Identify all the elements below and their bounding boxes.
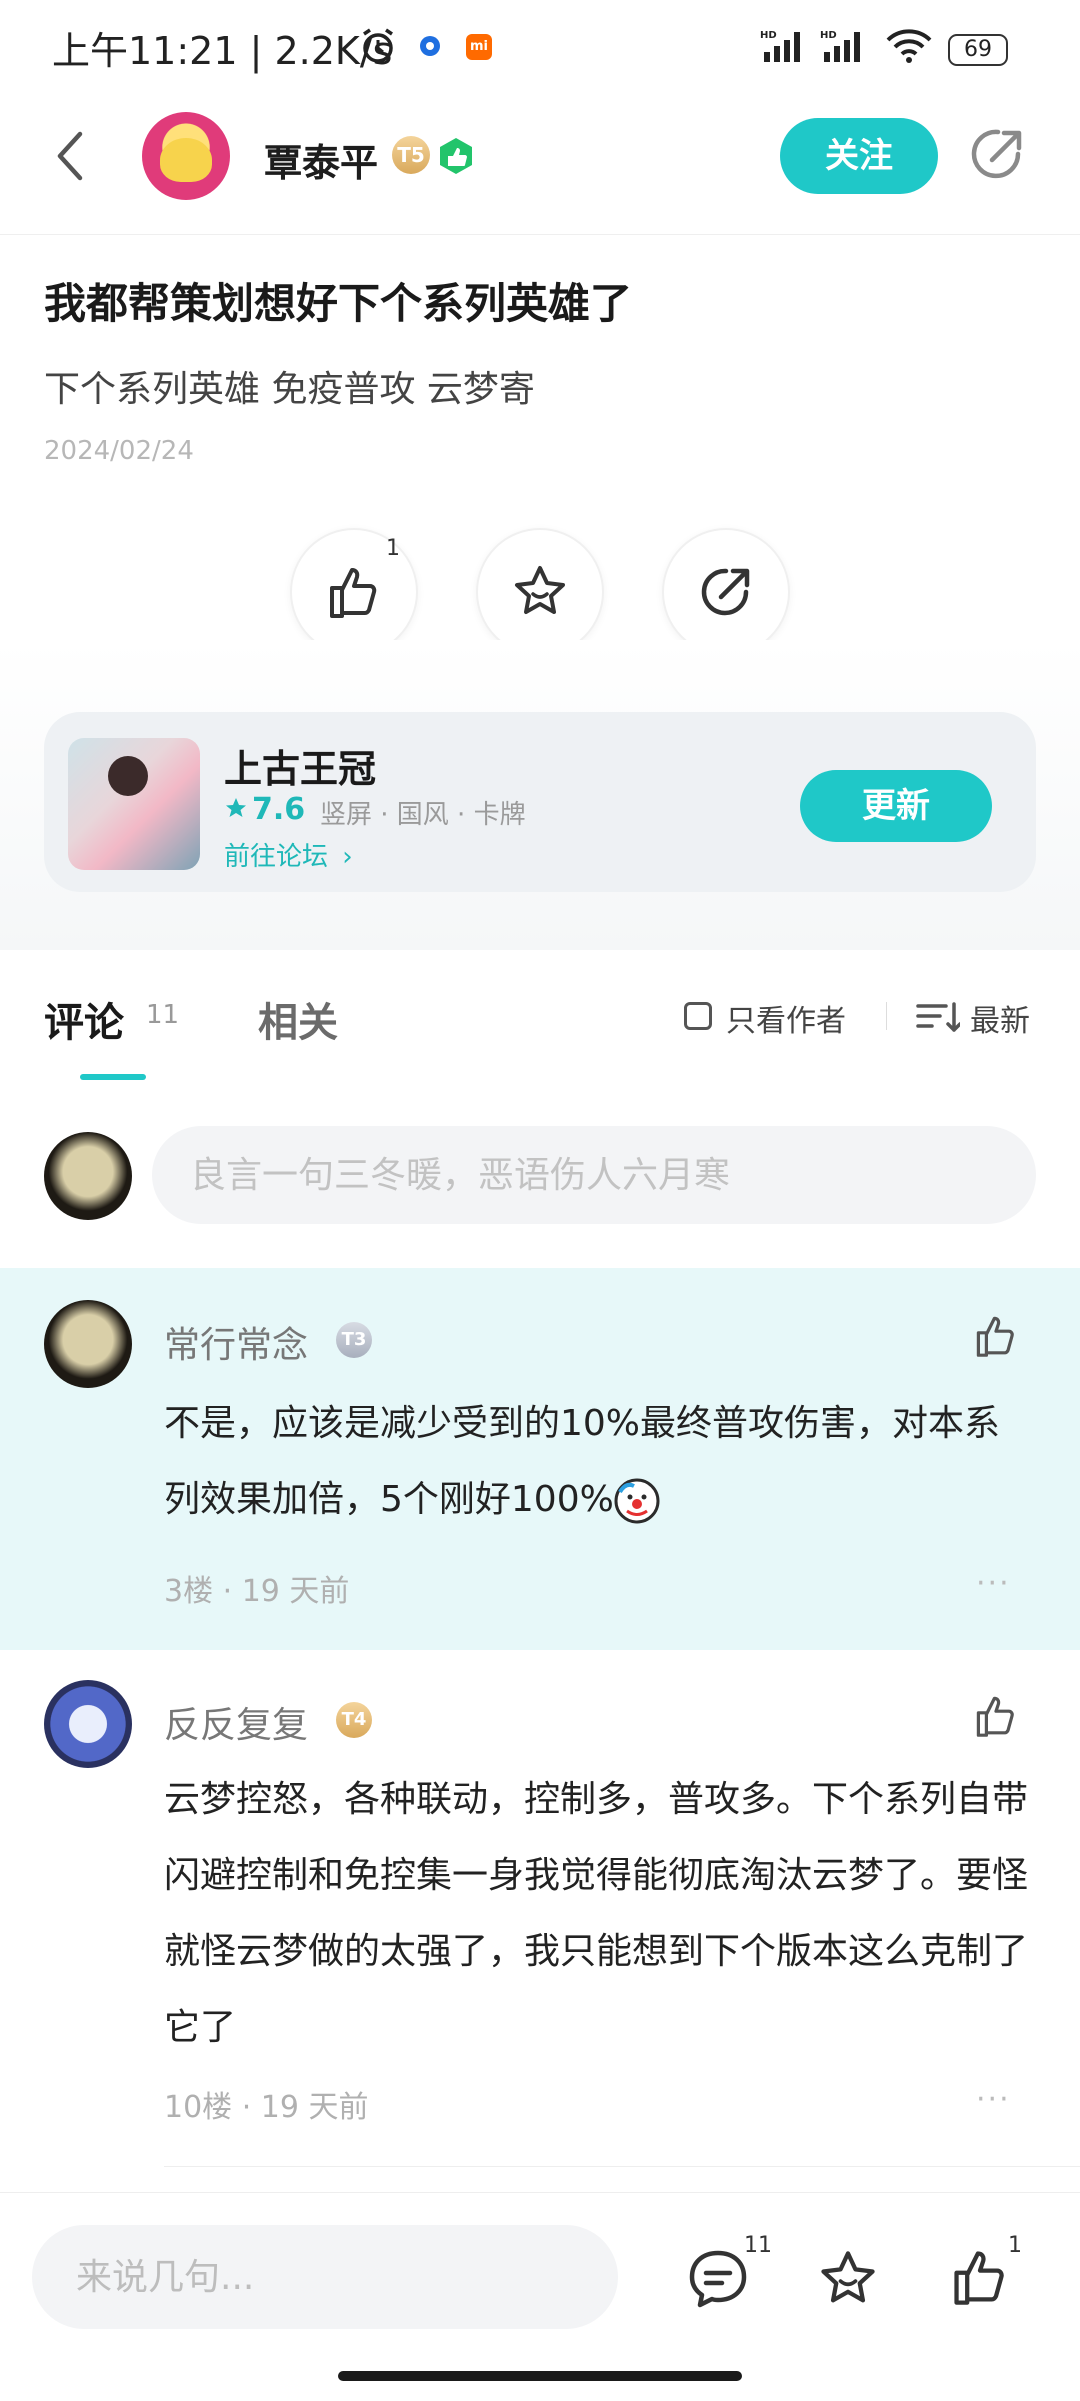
comment-like-icon[interactable] (972, 1312, 1020, 1360)
comment-input[interactable] (152, 1126, 1036, 1224)
tab-divider (886, 1002, 887, 1030)
clown-emoji-icon (614, 1478, 660, 1524)
alarm-icon (363, 28, 393, 63)
forum-link-label[interactable]: 前往论坛 (224, 842, 328, 872)
tab-related[interactable]: 相关 (258, 990, 338, 1048)
forum-link[interactable]: 前往论坛 › (224, 836, 353, 873)
comment-author-name[interactable]: 常行常念 (164, 1316, 308, 1368)
game-thumbnail[interactable] (68, 738, 200, 870)
thumb-up-icon[interactable] (948, 2245, 1012, 2309)
author-only-label[interactable]: 只看作者 (726, 996, 846, 1040)
like-count: 1 (1008, 2233, 1022, 2258)
tab-comments[interactable]: 评论 (44, 990, 124, 1048)
author-avatar[interactable] (142, 112, 230, 200)
comment-time: 19 天前 (260, 2090, 369, 2125)
tab-comments-count: 11 (146, 1000, 180, 1030)
sort-icon[interactable] (916, 1000, 960, 1036)
my-avatar (44, 1132, 132, 1220)
comment-divider (164, 2166, 1080, 2167)
thumb-up-icon (330, 568, 377, 618)
rating-star-icon (226, 798, 246, 817)
app-notification-icon (420, 36, 440, 56)
chevron-right-icon: › (342, 842, 353, 872)
comment-text-content: 不是，应该是减少受到的10%最终普攻伤害，对本系列效果加倍，5个刚好100% (164, 1403, 1001, 1520)
comment-avatar[interactable] (44, 1300, 132, 1388)
game-tags: 竖屏 · 国风 · 卡牌 (320, 800, 526, 830)
quick-comment-input[interactable] (32, 2225, 618, 2329)
comment-avatar[interactable] (44, 1680, 132, 1768)
game-name[interactable]: 上古王冠 (224, 738, 376, 793)
favorite-button[interactable] (476, 528, 604, 656)
post-date: 2024/02/24 (44, 436, 194, 466)
post-body: 下个系列英雄 免疫普攻 云梦寄 (44, 369, 535, 410)
share-icon[interactable] (968, 124, 1028, 184)
comment-text: 不是，应该是减少受到的10%最终普攻伤害，对本系列效果加倍，5个刚好100% (164, 1386, 1034, 1538)
more-options-icon[interactable]: ··· (976, 1566, 1011, 1601)
comment-meta: 10楼 · 19 天前 (164, 2090, 369, 2125)
sort-label[interactable]: 最新 (970, 996, 1030, 1040)
back-icon[interactable] (52, 128, 88, 184)
svg-text:HD: HD (820, 30, 837, 41)
comment-floor: 3楼 (164, 1574, 214, 1609)
bottom-action-bar: 11 1 (0, 2192, 1080, 2401)
game-card[interactable]: 上古王冠 7.6 竖屏 · 国风 · 卡牌 前往论坛 › 更新 (44, 712, 1036, 892)
comment-bubble-icon[interactable] (686, 2247, 750, 2311)
signal-icon: HD (760, 30, 800, 62)
game-score: 7.6 (252, 792, 306, 827)
signal-icon-2: HD (820, 30, 860, 62)
comment-author-name[interactable]: 反反复复 (164, 1696, 308, 1748)
verified-thumb-icon (440, 138, 472, 174)
active-tab-indicator (80, 1074, 146, 1080)
wifi-icon (886, 29, 932, 63)
comment-floor: 10楼 (164, 2090, 233, 2125)
share-icon (701, 568, 750, 616)
comment-text: 云梦控怒，各种联动，控制多，普攻多。下个系列自带闪避控制和免控集一身我觉得能彻底… (164, 1779, 1029, 2048)
status-bar: 上午11:21 | 2.2K/s mi HD HD 69 (0, 0, 1080, 96)
comment-level-badge: T3 (336, 1322, 372, 1358)
post-like-count: 1 (386, 536, 400, 561)
comment-meta: 3楼 · 19 天前 (164, 1574, 350, 1609)
author-name[interactable]: 覃泰平 (264, 132, 378, 187)
header-divider (0, 234, 1080, 235)
share-button[interactable] (662, 528, 790, 656)
star-icon (515, 566, 565, 614)
more-options-icon[interactable]: ··· (976, 2082, 1011, 2117)
level-badge: T5 (392, 136, 430, 174)
star-icon[interactable] (816, 2247, 880, 2311)
author-only-checkbox[interactable] (684, 1002, 712, 1030)
home-indicator[interactable] (338, 2371, 742, 2381)
battery-icon: 69 (948, 34, 1008, 66)
comment-level-badge: T4 (336, 1702, 372, 1738)
update-button[interactable]: 更新 (800, 770, 992, 842)
svg-text:HD: HD (760, 30, 777, 41)
comment-count: 11 (744, 2233, 772, 2258)
comment-like-icon[interactable] (972, 1692, 1020, 1740)
status-time: 上午11:21 | 2.2K/s (52, 29, 393, 73)
mi-notification-icon: mi (466, 34, 492, 60)
follow-button[interactable]: 关注 (780, 118, 938, 194)
post-title: 我都帮策划想好下个系列英雄了 (44, 279, 633, 328)
comment-time: 19 天前 (241, 1574, 350, 1609)
